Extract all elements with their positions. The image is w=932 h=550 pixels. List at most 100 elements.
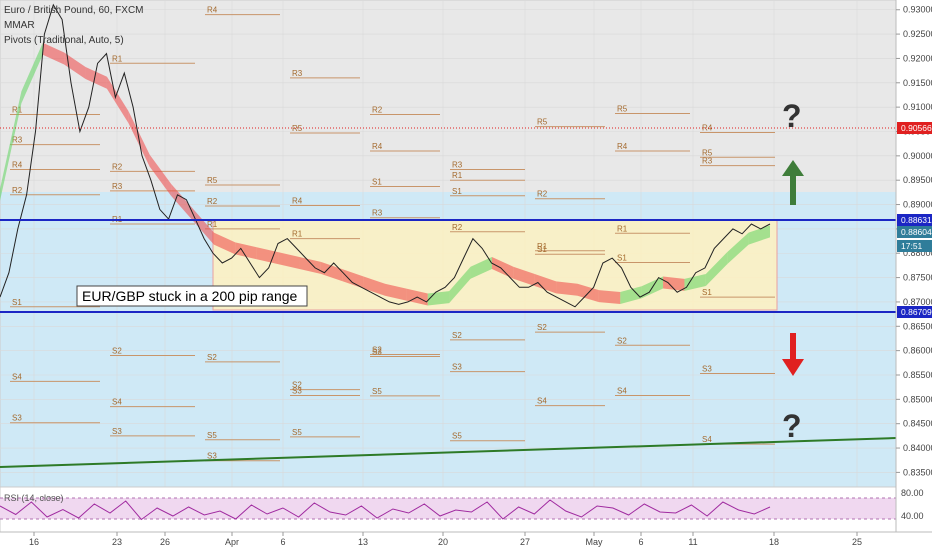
rsi-label: RSI (14, close): [4, 493, 64, 503]
grey-upper-zone: [0, 0, 896, 192]
ribbon-segment: [427, 291, 450, 306]
x-tick-label: 25: [852, 537, 862, 547]
y-tick-label: 0.92000: [903, 53, 932, 63]
pivot-label: R2: [12, 186, 23, 195]
pivot-label: R3: [372, 209, 383, 218]
y-tick-label: 0.90000: [903, 151, 932, 161]
pivot-label: S3: [702, 365, 712, 374]
y-tick-label: 0.84000: [903, 443, 932, 453]
y-tick-label: 0.87000: [903, 297, 932, 307]
y-tick-label: 0.89500: [903, 175, 932, 185]
pivot-label: S1: [12, 298, 22, 307]
pivot-label: S5: [292, 428, 302, 437]
y-tick-label: 0.85500: [903, 370, 932, 380]
pivot-label: R5: [702, 148, 713, 157]
pivot-label: R2: [372, 105, 383, 114]
x-tick-label: 20: [438, 537, 448, 547]
y-tick-label: 0.83500: [903, 467, 932, 477]
pivot-label: S3: [452, 363, 462, 372]
time-axis[interactable]: 16 23 26 Apr 6 13 20 27 May 6 11 18 25: [29, 532, 862, 547]
price-tag-label: 0.88604: [901, 227, 932, 237]
question-mark-bottom: ?: [782, 408, 802, 444]
pivot-label: S2: [207, 353, 217, 362]
pivot-label: R2: [207, 197, 218, 206]
x-tick-label: 16: [29, 537, 39, 547]
pivot-label: S2: [617, 336, 627, 345]
pivot-label: S2: [537, 323, 547, 332]
price-tag-label: 0.90566: [901, 123, 932, 133]
y-tick-label: 0.93000: [903, 5, 932, 15]
price-tag-label: 17:51: [901, 241, 923, 251]
pivot-label: R4: [292, 197, 303, 206]
x-tick-label: 13: [358, 537, 368, 547]
pivot-label: R5: [207, 176, 218, 185]
pivot-label: S5: [452, 432, 462, 441]
pivot-label: R4: [372, 142, 383, 151]
y-tick-label: 0.89000: [903, 200, 932, 210]
x-tick-label: Apr: [225, 537, 239, 547]
pivot-label: R3: [292, 69, 303, 78]
price-chart[interactable]: R1R1R4R3R2R1R5R4R3R2R1R5R4R3R2R1R5R4R3R2…: [0, 0, 932, 550]
pivot-label: S2: [112, 347, 122, 356]
y-tick-label: 0.87500: [903, 273, 932, 283]
pivot-label: R4: [207, 6, 218, 15]
pivot-label: S3: [292, 386, 302, 395]
pivot-label: R5: [537, 118, 548, 127]
chart-title: Euro / British Pound, 60, FXCM: [4, 5, 144, 16]
pivot-label: S3: [12, 414, 22, 423]
pivot-label: S1: [617, 253, 627, 262]
pivot-label: R1: [292, 230, 303, 239]
y-tick-label: 0.92500: [903, 29, 932, 39]
pivot-label: S3: [112, 427, 122, 436]
annotation-box: EUR/GBP stuck in a 200 pip range: [76, 285, 308, 307]
pivot-label: R1: [617, 224, 628, 233]
x-tick-label: 23: [112, 537, 122, 547]
pivot-label: S2: [452, 331, 462, 340]
y-tick-label: 0.85000: [903, 394, 932, 404]
x-tick-label: 6: [280, 537, 285, 547]
pivot-label: S4: [702, 435, 712, 444]
pivot-label: R2: [112, 162, 123, 171]
rsi-tick-80: 80.00: [901, 488, 924, 498]
pivot-label: S3: [372, 347, 382, 356]
pivot-label: S5: [372, 387, 382, 396]
y-tick-label: 0.91500: [903, 78, 932, 88]
pivot-label: R4: [12, 160, 23, 169]
price-tag-label: 0.86709: [901, 307, 932, 317]
pivot-label: S1: [702, 288, 712, 297]
pivot-label: S4: [12, 372, 22, 381]
price-tag-label: 0.88631: [901, 215, 932, 225]
pivot-label: R3: [452, 160, 463, 169]
indicator-pivots: Pivots (Traditional, Auto, 5): [4, 35, 124, 46]
y-tick-label: 0.86500: [903, 321, 932, 331]
x-tick-label: 26: [160, 537, 170, 547]
ribbon-segment: [598, 290, 621, 305]
pivot-label: R5: [617, 104, 628, 113]
x-tick-label: 18: [769, 537, 779, 547]
pivot-label: R2: [537, 190, 548, 199]
pivot-label: S4: [537, 397, 547, 406]
pivot-label: R1: [112, 54, 123, 63]
pivot-label: S5: [207, 431, 217, 440]
y-tick-label: 0.91000: [903, 102, 932, 112]
x-tick-label: 6: [638, 537, 643, 547]
pivot-label: S4: [617, 386, 627, 395]
ribbon-segment: [556, 281, 578, 296]
pivot-label: S1: [452, 187, 462, 196]
pivot-label: S4: [112, 398, 122, 407]
y-tick-label: 0.84500: [903, 419, 932, 429]
rsi-pane: RSI (14, close) 80.00 40.00: [0, 486, 924, 533]
pivot-label: S1: [372, 178, 382, 187]
y-tick-label: 0.86000: [903, 346, 932, 356]
annotation-text: EUR/GBP stuck in a 200 pip range: [82, 288, 298, 304]
pivot-label: R3: [112, 182, 123, 191]
question-mark-top: ?: [782, 98, 802, 134]
pivot-label: S1: [537, 245, 547, 254]
x-tick-label: May: [585, 537, 603, 547]
rsi-tick-40: 40.00: [901, 511, 924, 521]
x-tick-label: 27: [520, 537, 530, 547]
pivot-label: R3: [702, 157, 713, 166]
x-tick-label: 11: [688, 537, 697, 547]
pivot-label: R4: [617, 142, 628, 151]
pivot-label: R2: [452, 223, 463, 232]
